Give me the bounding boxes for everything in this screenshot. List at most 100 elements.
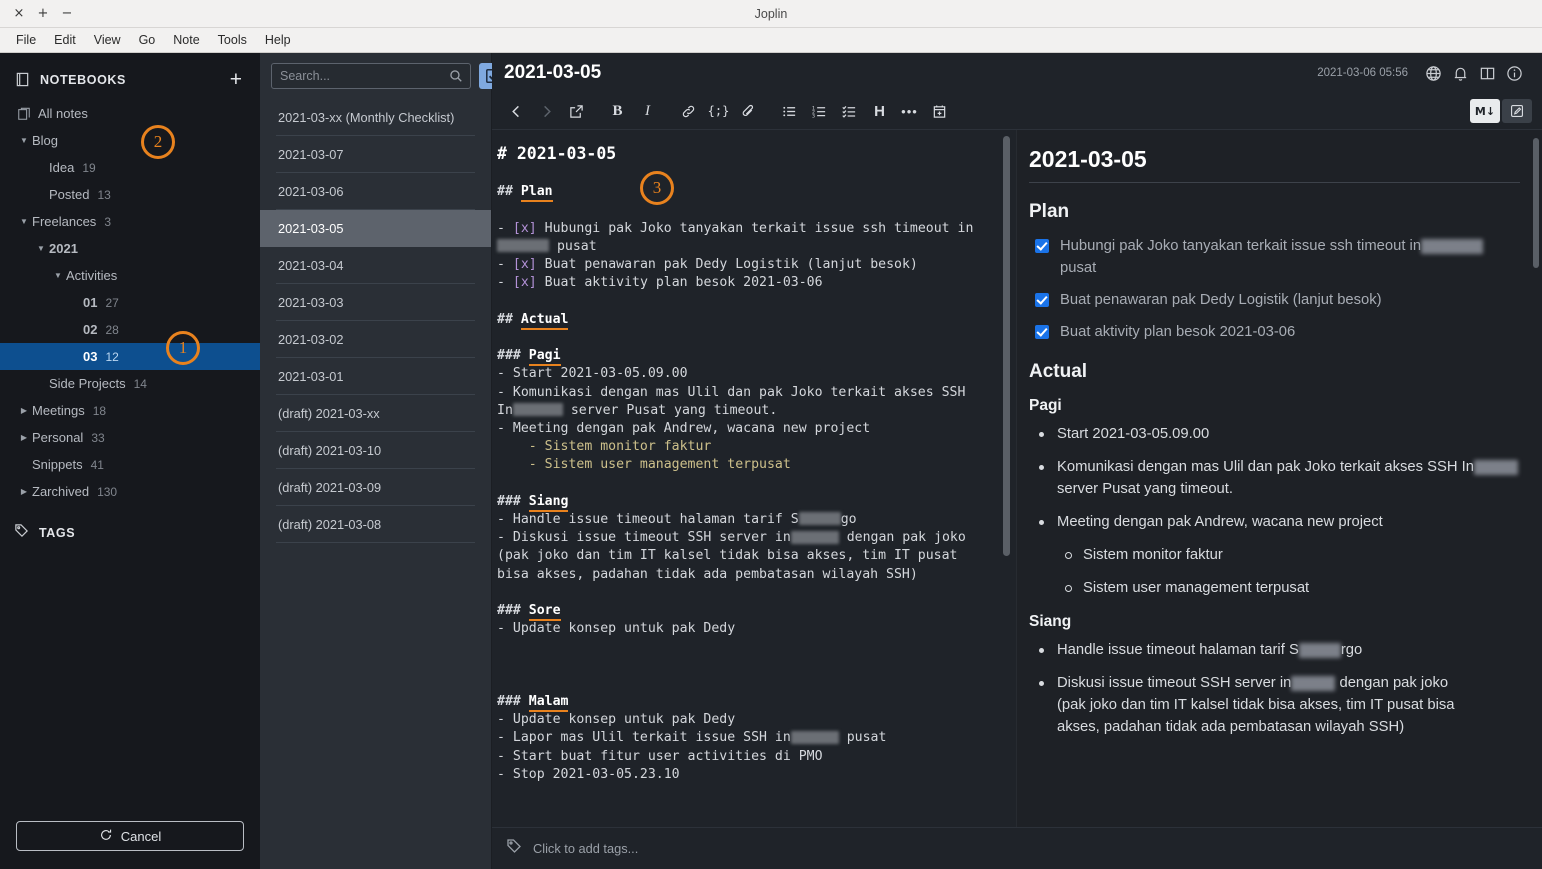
- menu-edit[interactable]: Edit: [46, 30, 84, 50]
- note-list-item[interactable]: 2021-03-05: [260, 210, 491, 247]
- add-notebook-button[interactable]: +: [230, 69, 246, 90]
- chevron-right-icon[interactable]: ▶: [16, 406, 32, 415]
- search-box[interactable]: [271, 63, 471, 89]
- heading-icon[interactable]: H: [865, 97, 894, 125]
- split-view-icon[interactable]: [1474, 60, 1501, 86]
- search-icon[interactable]: [449, 69, 470, 83]
- note-list: 2021-03-xx (Monthly Checklist) 2021-03-07…: [260, 99, 491, 869]
- menu-note[interactable]: Note: [165, 30, 207, 50]
- sidebar-item-personal[interactable]: ▶ Personal 33: [0, 424, 260, 451]
- note-list-item[interactable]: (draft) 2021-03-08: [276, 506, 475, 543]
- note-title[interactable]: 2021-03-05: [498, 62, 1317, 84]
- tag-bar[interactable]: Click to add tags...: [492, 827, 1542, 869]
- preview-heading-pagi: Pagi: [1029, 397, 1062, 414]
- markdown-editor-toggle[interactable]: M↓: [1470, 99, 1500, 123]
- source-sore-item: - Update konsep untuk pak Dedy: [497, 621, 736, 637]
- sidebar-item-03[interactable]: 03 12: [0, 343, 260, 370]
- info-icon[interactable]: [1501, 60, 1528, 86]
- insert-date-icon[interactable]: [925, 97, 954, 125]
- note-list-item[interactable]: (draft) 2021-03-09: [276, 469, 475, 506]
- link-icon[interactable]: [674, 97, 703, 125]
- note-list-item[interactable]: 2021-03-07: [276, 136, 475, 173]
- sidebar-item-zarchived[interactable]: ▶ Zarchived 130: [0, 478, 260, 505]
- tags-title: TAGS: [39, 526, 76, 540]
- numbered-list-icon[interactable]: 1 2 3: [805, 97, 834, 125]
- code-icon[interactable]: {;}: [704, 97, 733, 125]
- sidebar-item-02[interactable]: 02 28: [0, 316, 260, 343]
- note-list-item[interactable]: 2021-03-04: [276, 247, 475, 284]
- sidebar-item-label: 03: [83, 349, 98, 364]
- sidebar-item-blog[interactable]: ▼ Blog: [0, 127, 260, 154]
- task-checkbox[interactable]: [1035, 325, 1049, 339]
- sidebar-item-all-notes[interactable]: All notes: [0, 100, 260, 127]
- list-item: Diskusi issue timeout SSH server in deng…: [1029, 672, 1520, 738]
- sidebar-item-idea[interactable]: Idea 19: [0, 154, 260, 181]
- task-checkbox[interactable]: [1035, 239, 1049, 253]
- note-list-item-title: 2021-03-01: [278, 368, 344, 384]
- menu-file[interactable]: File: [8, 30, 44, 50]
- sidebar-item-meetings[interactable]: ▶ Meetings 18: [0, 397, 260, 424]
- chevron-right-icon[interactable]: ▶: [16, 487, 32, 496]
- note-list-item[interactable]: 2021-03-06: [276, 173, 475, 210]
- menu-view[interactable]: View: [86, 30, 129, 50]
- chevron-down-icon[interactable]: ▼: [33, 244, 49, 253]
- sidebar-item-2021[interactable]: ▼ 2021: [0, 235, 260, 262]
- note-list-panel: 2021-03-xx (Monthly Checklist) 2021-03-07…: [141, 53, 541, 869]
- markdown-source-pane[interactable]: # 2021-03-05 ## Plan - [x] Hubungi pak Jok…: [492, 130, 1016, 827]
- source-heading-malam: ### Malam: [497, 693, 996, 712]
- sidebar-item-side-projects[interactable]: Side Projects 14: [0, 370, 260, 397]
- note-list-item-title: (draft) 2021-03-xx: [278, 405, 380, 421]
- note-list-item[interactable]: 2021-03-02: [276, 321, 475, 358]
- note-list-item-title: 2021-03-xx (Monthly Checklist): [278, 109, 455, 125]
- sync-icon: [99, 828, 113, 845]
- more-options-icon[interactable]: •••: [895, 97, 924, 125]
- back-icon[interactable]: [502, 97, 531, 125]
- menu-go[interactable]: Go: [131, 30, 164, 50]
- sidebar-item-activities[interactable]: ▼ Activities: [0, 262, 260, 289]
- sidebar: NOTEBOOKS + All notes ▼ Blog Idea 19 Posted 1…: [0, 53, 260, 869]
- sidebar-item-01[interactable]: 01 27: [0, 289, 260, 316]
- preview-scrollbar[interactable]: [1533, 138, 1539, 268]
- note-list-item[interactable]: (draft) 2021-03-xx: [276, 395, 475, 432]
- sidebar-item-posted[interactable]: Posted 13: [0, 181, 260, 208]
- sidebar-item-freelances[interactable]: ▼ Freelances 3: [0, 208, 260, 235]
- note-list-item-title: 2021-03-03: [278, 294, 344, 310]
- chevron-right-icon[interactable]: ▶: [16, 433, 32, 442]
- chevron-down-icon[interactable]: ▼: [16, 217, 32, 226]
- redacted-text: [497, 239, 549, 253]
- sidebar-item-count: 14: [133, 376, 147, 391]
- sidebar-item-label: Personal: [32, 430, 84, 445]
- rich-text-editor-toggle[interactable]: [1502, 99, 1532, 123]
- chevron-down-icon[interactable]: ▼: [50, 271, 66, 280]
- cancel-button[interactable]: Cancel: [16, 821, 244, 851]
- task-checkbox[interactable]: [1035, 293, 1049, 307]
- alarm-icon[interactable]: [1447, 60, 1474, 86]
- checkbox-list-icon[interactable]: [835, 97, 864, 125]
- source-plan-item: - [x] Hubungi pak Joko tanyakan terkait …: [497, 220, 974, 254]
- svg-text:3: 3: [812, 113, 815, 119]
- note-list-item[interactable]: 2021-03-xx (Monthly Checklist): [276, 99, 475, 136]
- menu-help[interactable]: Help: [257, 30, 299, 50]
- sidebar-item-snippets[interactable]: Snippets 41: [0, 451, 260, 478]
- preview-siang-list: Handle issue timeout halaman tarif Srgo …: [1029, 639, 1520, 738]
- bold-icon[interactable]: B: [603, 97, 632, 125]
- bullet-list-icon[interactable]: [775, 97, 804, 125]
- note-list-item[interactable]: 2021-03-03: [276, 284, 475, 321]
- note-list-item[interactable]: (draft) 2021-03-10: [276, 432, 475, 469]
- search-input[interactable]: [272, 69, 449, 83]
- tag-icon: [506, 838, 522, 859]
- sidebar-item-label: Idea: [49, 160, 75, 175]
- add-tags-label[interactable]: Click to add tags...: [533, 841, 638, 856]
- menu-tools[interactable]: Tools: [210, 30, 255, 50]
- markdown-source-text[interactable]: # 2021-03-05 ## Plan - [x] Hubungi pak Jok…: [492, 130, 1016, 784]
- note-list-item[interactable]: 2021-03-01: [276, 358, 475, 395]
- source-heading-actual: ## Actual: [497, 311, 996, 330]
- italic-icon[interactable]: I: [633, 97, 662, 125]
- chevron-down-icon[interactable]: ▼: [16, 136, 32, 145]
- attach-icon[interactable]: [734, 97, 763, 125]
- external-link-icon[interactable]: [562, 97, 591, 125]
- forward-icon[interactable]: [532, 97, 561, 125]
- globe-icon[interactable]: [1420, 60, 1447, 86]
- redacted-text: [1474, 459, 1518, 475]
- source-scrollbar[interactable]: [1003, 136, 1010, 556]
